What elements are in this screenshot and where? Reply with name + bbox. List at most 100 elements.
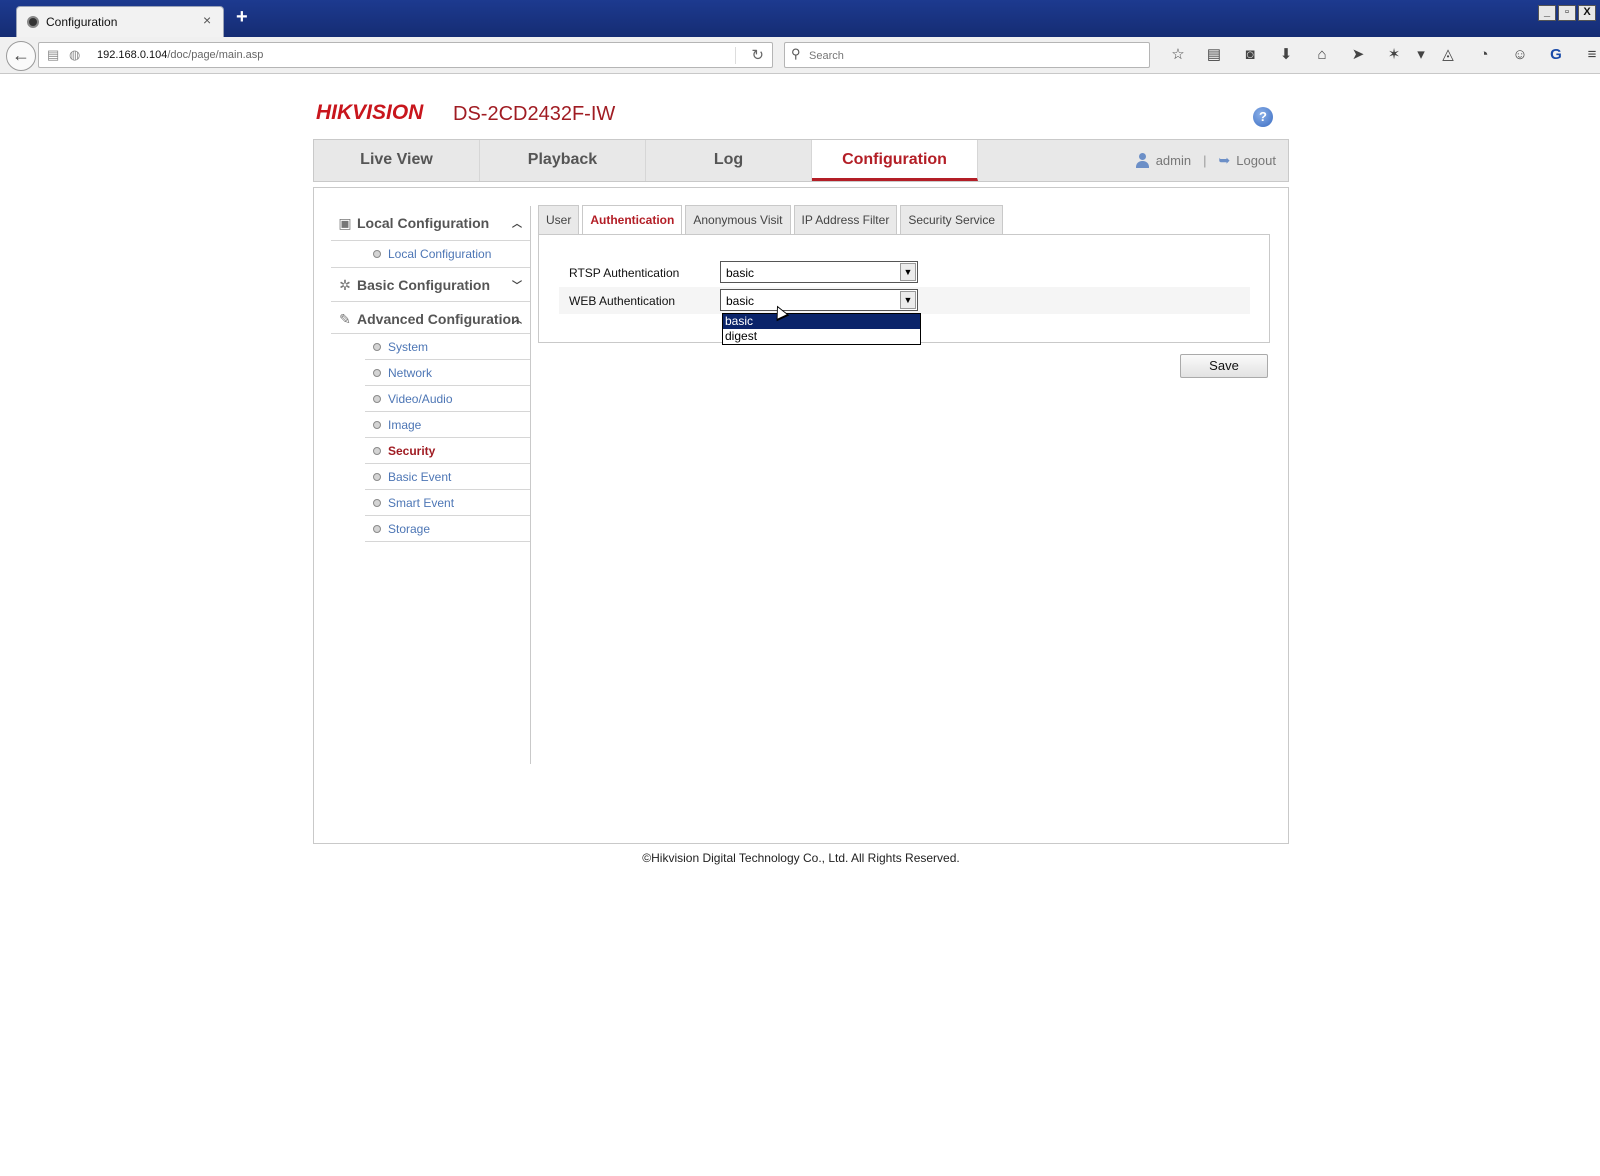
user-separator: |	[1203, 153, 1207, 168]
subtab-user[interactable]: User	[538, 205, 580, 234]
history-icon[interactable]: ◔	[1466, 44, 1502, 66]
url-host: 192.168.0.104	[97, 49, 168, 61]
url-path: /doc/page/main.asp	[167, 49, 264, 61]
web-row: WEB Authentication basic ▼	[559, 287, 1250, 314]
sidebar-item-security[interactable]: Security	[365, 438, 530, 464]
web-value: basic	[726, 294, 755, 308]
subtab-ip-address-filter[interactable]: IP Address Filter	[793, 205, 898, 234]
bullet-icon	[373, 250, 381, 258]
download-icon[interactable]: ⬇	[1268, 44, 1304, 66]
page-icon: ▤	[47, 47, 60, 62]
sidebar-item-label: Video/Audio	[388, 392, 453, 406]
subtab-security-service[interactable]: Security Service	[900, 205, 1004, 234]
new-tab-button[interactable]: +	[236, 6, 248, 28]
subtab-anonymous-visit[interactable]: Anonymous Visit	[685, 205, 791, 234]
sidebar-item-smart-event[interactable]: Smart Event	[365, 490, 530, 516]
subtab-authentication[interactable]: Authentication	[582, 205, 683, 235]
sidebar-item-basic-event[interactable]: Basic Event	[365, 464, 530, 490]
user-icon	[1135, 153, 1150, 168]
rtsp-value: basic	[726, 266, 755, 280]
help-icon[interactable]: ?	[1253, 107, 1273, 127]
restore-button[interactable]: ▫	[1558, 5, 1576, 21]
sidebar-section-local[interactable]: ▣ Local Configuration ︿	[331, 206, 530, 241]
web-auth-dropdown: basic digest	[722, 313, 921, 345]
reader-icon[interactable]: ▤	[1196, 44, 1232, 66]
security-subtabs: User Authentication Anonymous Visit IP A…	[538, 205, 1006, 235]
sidebar-item-label: Network	[388, 366, 433, 380]
sidebar-item-video-audio[interactable]: Video/Audio	[365, 386, 530, 412]
back-button[interactable]: ←	[6, 41, 36, 71]
minimize-button[interactable]: _	[1538, 5, 1556, 21]
sidebar-item-storage[interactable]: Storage	[365, 516, 530, 542]
back-arrow-icon: ←	[12, 45, 30, 65]
logout-icon[interactable]: ➥	[1219, 152, 1231, 169]
tab-title: Configuration	[46, 15, 118, 29]
reload-icon[interactable]: ↻	[751, 46, 764, 64]
chevron-down-icon: ﹀	[512, 281, 522, 292]
username: admin	[1155, 153, 1192, 168]
site-info-icon[interactable]: ◍	[69, 47, 80, 63]
sidebar-section-advanced[interactable]: ✎ Advanced Configuration ︿	[331, 302, 530, 334]
sidebar-item-label: System	[388, 340, 429, 354]
sidebar-item-network[interactable]: Network	[365, 360, 530, 386]
home-icon[interactable]: ⌂	[1304, 44, 1340, 66]
hikvision-logo: HIKVISION	[316, 101, 424, 124]
bullet-icon	[373, 395, 381, 403]
browser-tab[interactable]: Configuration ×	[16, 6, 224, 37]
nav-tab-log[interactable]: Log	[646, 140, 812, 181]
dropdown-icon[interactable]: ▾	[1412, 44, 1430, 66]
bullet-icon	[373, 421, 381, 429]
sync-icon[interactable]: ◬	[1430, 44, 1466, 66]
search-input[interactable]	[809, 47, 1139, 64]
sidebar-item-image[interactable]: Image	[365, 412, 530, 438]
save-button[interactable]: Save	[1180, 354, 1268, 378]
menu-icon[interactable]: ≡	[1574, 44, 1600, 66]
chevron-up-icon: ︿	[512, 315, 522, 326]
chevron-down-icon: ▼	[900, 291, 916, 309]
chat-icon[interactable]: ☺	[1502, 44, 1538, 66]
close-window-button[interactable]: X	[1578, 5, 1596, 21]
chevron-up-icon: ︿	[512, 219, 522, 230]
content-box: ▣ Local Configuration ︿ Local Configurat…	[313, 187, 1289, 844]
toolbar-icons: ☆ ▤ ◙ ⬇ ⌂ ➤ ✶ ▾ ◬ ◔ ☺ G ≡	[1160, 44, 1600, 66]
url-text: 192.168.0.104/doc/page/main.asp	[97, 49, 263, 61]
wrench-icon: ✎	[339, 311, 351, 327]
dropdown-option-basic[interactable]: basic	[723, 314, 920, 329]
bullet-icon	[373, 447, 381, 455]
web-label: WEB Authentication	[569, 294, 676, 308]
logout-link[interactable]: Logout	[1236, 153, 1276, 168]
nav-tab-playback[interactable]: Playback	[480, 140, 646, 181]
section-label: Advanced Configuration	[357, 311, 520, 327]
url-bar[interactable]: ▤ ◍ 192.168.0.104/doc/page/main.asp ↻	[38, 42, 773, 68]
send-icon[interactable]: ➤	[1340, 44, 1376, 66]
dropdown-option-digest[interactable]: digest	[723, 329, 920, 344]
nav-tab-configuration[interactable]: Configuration	[812, 140, 978, 181]
main-nav: Live View Playback Log Configuration adm…	[313, 139, 1289, 182]
sidebar-item-label: Image	[388, 418, 422, 432]
sidebar-item-local-configuration[interactable]: Local Configuration	[365, 241, 530, 267]
url-separator	[735, 47, 736, 64]
bullet-icon	[373, 499, 381, 507]
sidebar-item-label: Basic Event	[388, 470, 452, 484]
gear-icon: ✲	[339, 277, 351, 293]
sidebar-section-basic[interactable]: ✲ Basic Configuration ﹀	[331, 267, 530, 302]
browser-navbar: ← ▤ ◍ 192.168.0.104/doc/page/main.asp ↻ …	[0, 37, 1600, 74]
pocket-icon[interactable]: ◙	[1232, 44, 1268, 66]
tab-close-icon[interactable]: ×	[203, 12, 211, 28]
favicon-icon	[27, 16, 39, 28]
sidebar-item-system[interactable]: System	[365, 334, 530, 360]
star-icon[interactable]: ☆	[1160, 44, 1196, 66]
rtsp-select[interactable]: basic ▼	[720, 261, 918, 283]
search-bar[interactable]: ⚲	[784, 42, 1150, 68]
translate-icon[interactable]: G	[1538, 44, 1574, 66]
chevron-down-icon: ▼	[900, 263, 916, 281]
sidebar-item-label: Security	[388, 444, 436, 458]
web-select[interactable]: basic ▼	[720, 289, 918, 311]
search-icon: ⚲	[791, 46, 801, 61]
monitor-icon: ▣	[338, 215, 352, 231]
device-model: DS-2CD2432F-IW	[453, 103, 616, 125]
sidebar-item-label: Storage	[388, 522, 431, 536]
extension-icon[interactable]: ✶	[1376, 44, 1412, 66]
bullet-icon	[373, 473, 381, 481]
nav-tab-live-view[interactable]: Live View	[314, 140, 480, 181]
